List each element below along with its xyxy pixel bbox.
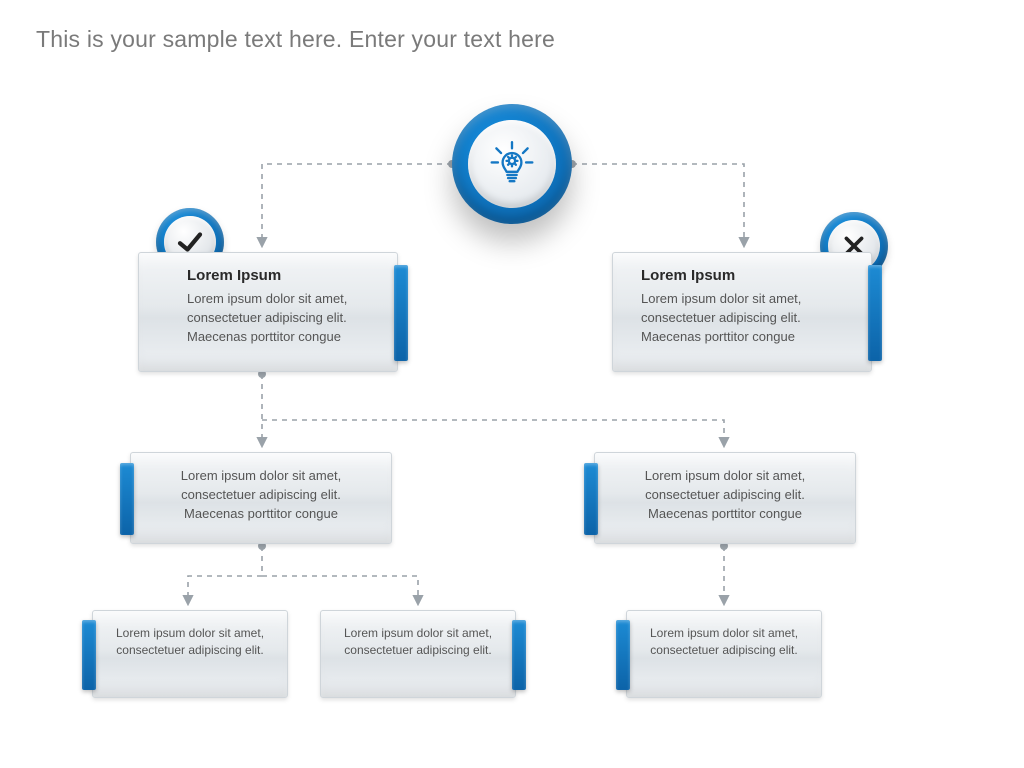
panel-accent-tab: [616, 620, 630, 690]
slide-canvas: This is your sample text here. Enter you…: [0, 0, 1024, 768]
idea-medallion: [452, 104, 572, 224]
panel-accent-tab: [82, 620, 96, 690]
panel-leaf-1[interactable]: Lorem ipsum dolor sit amet, consectetuer…: [92, 610, 288, 698]
panel-leaf-2[interactable]: Lorem ipsum dolor sit amet, consectetuer…: [320, 610, 516, 698]
panel-title: Lorem Ipsum: [161, 267, 375, 284]
panel-body: Lorem ipsum dolor sit amet, consectetuer…: [635, 290, 849, 347]
panel-level2-right[interactable]: Lorem ipsum dolor sit amet, consectetuer…: [594, 452, 856, 544]
panel-leaf-3[interactable]: Lorem ipsum dolor sit amet, consectetuer…: [626, 610, 822, 698]
panel-accent-tab: [868, 265, 882, 361]
panel-body: Lorem ipsum dolor sit amet, consectetuer…: [617, 467, 833, 524]
panel-accent-tab: [584, 463, 598, 535]
panel-no-primary[interactable]: Lorem Ipsum Lorem ipsum dolor sit amet, …: [612, 252, 872, 372]
panel-body: Lorem ipsum dolor sit amet, consectetuer…: [153, 467, 369, 524]
panel-body: Lorem ipsum dolor sit amet, consectetuer…: [649, 625, 799, 660]
panel-body: Lorem ipsum dolor sit amet, consectetuer…: [115, 625, 265, 660]
panel-title: Lorem Ipsum: [635, 267, 849, 284]
panel-body: Lorem ipsum dolor sit amet, consectetuer…: [343, 625, 493, 660]
panel-level2-left[interactable]: Lorem ipsum dolor sit amet, consectetuer…: [130, 452, 392, 544]
lightbulb-gear-icon: [468, 120, 556, 208]
sample-text-placeholder[interactable]: This is your sample text here. Enter you…: [36, 26, 555, 53]
panel-accent-tab: [512, 620, 526, 690]
panel-body: Lorem ipsum dolor sit amet, consectetuer…: [161, 290, 375, 347]
panel-accent-tab: [120, 463, 134, 535]
panel-yes-primary[interactable]: Lorem Ipsum Lorem ipsum dolor sit amet, …: [138, 252, 398, 372]
panel-accent-tab: [394, 265, 408, 361]
